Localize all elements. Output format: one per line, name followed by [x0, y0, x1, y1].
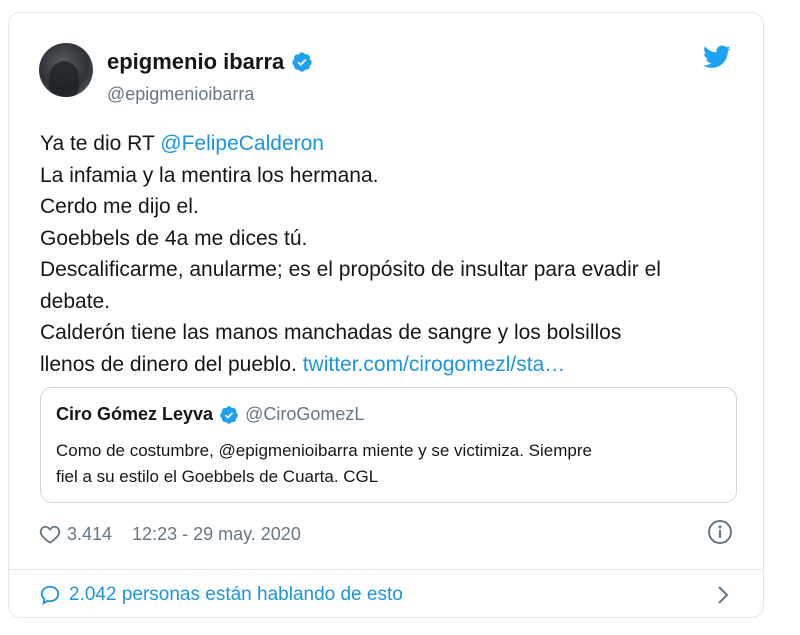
tweet-line: Goebbels de 4a me dices tú.: [40, 226, 308, 250]
quoted-tweet-line: fiel a su estilo el Goebbels de Cuarta. …: [56, 467, 379, 486]
avatar[interactable]: [39, 43, 93, 97]
conversation-link[interactable]: 2.042 personas están hablando de esto: [39, 578, 403, 612]
author-handle[interactable]: @epigmenioibarra: [107, 84, 254, 105]
tweet-text-segment: Ya te dio RT: [40, 132, 161, 155]
tweet-line: Cerdo me dijo el.: [40, 195, 199, 218]
timestamp[interactable]: 12:23 - 29 may. 2020: [132, 524, 301, 545]
info-icon[interactable]: [707, 519, 733, 545]
tweet-text-segment: llenos de dinero del pueblo.: [40, 352, 303, 376]
tweet-line: La infamia y la mentira los hermana.: [40, 163, 379, 187]
chevron-right-icon[interactable]: [715, 584, 731, 606]
quoted-tweet[interactable]: Ciro Gómez Leyva @CiroGomezL Como de cos…: [40, 387, 737, 503]
quoted-tweet-line: Como de costumbre, @epigmenioibarra mien…: [56, 441, 592, 460]
quoted-tweet-text: Como de costumbre, @epigmenioibarra mien…: [56, 438, 726, 490]
heart-icon[interactable]: [39, 524, 61, 544]
url-link[interactable]: twitter.com/cirogomezl/sta…: [303, 353, 566, 376]
quoted-tweet-header: Ciro Gómez Leyva @CiroGomezL: [56, 404, 364, 425]
mention-link[interactable]: @FelipeCalderon: [160, 132, 324, 155]
verified-badge-icon: [292, 52, 312, 72]
author-name-row[interactable]: epigmenio ibarra: [107, 49, 313, 75]
tweet-line: Descalificarme, anularme; es el propósit…: [40, 258, 661, 281]
verified-badge-icon: [220, 405, 238, 424]
tweet-card: epigmenio ibarra @epigmenioibarra Ya te …: [8, 12, 764, 618]
tweet-line: llenos de dinero del pueblo. twitter.com…: [40, 349, 740, 381]
tweet-line: debate.: [40, 289, 111, 313]
tweet-line: Ya te dio RT @FelipeCalderon: [40, 128, 740, 160]
tweet-line: Calderón tiene las manos manchadas de sa…: [40, 321, 622, 344]
divider: [9, 569, 763, 570]
like-count[interactable]: 3.414: [67, 524, 112, 545]
quoted-author-name: Ciro Gómez Leyva: [56, 404, 214, 424]
tweet-meta: 3.414 12:23 - 29 may. 2020: [39, 521, 301, 547]
twitter-bird-icon[interactable]: [703, 45, 731, 69]
quoted-author-handle: @CiroGomezL: [245, 404, 365, 424]
speech-bubble-icon: [40, 585, 60, 606]
conversation-label[interactable]: 2.042 personas están hablando de esto: [69, 584, 403, 606]
author-name[interactable]: epigmenio ibarra: [107, 49, 284, 75]
tweet-text: Ya te dio RT @FelipeCalderon La infamia …: [40, 128, 740, 380]
